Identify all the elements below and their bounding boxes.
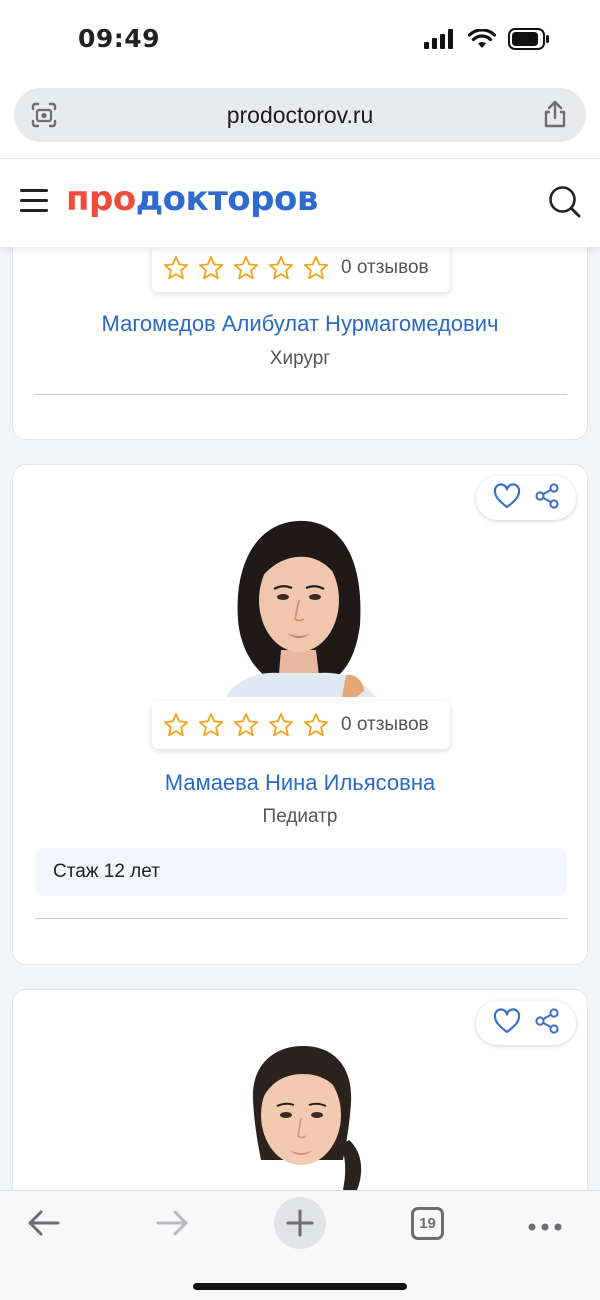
card-actions xyxy=(476,476,576,520)
doctor-card: 0 отзывов Магомедов Алибулат Нурмагомедо… xyxy=(12,247,588,440)
more-dots-icon[interactable] xyxy=(527,1219,563,1237)
doctor-specialty: Педиатр xyxy=(262,806,338,827)
status-icons xyxy=(424,28,550,50)
rating-box: 0 отзывов xyxy=(152,247,450,292)
doctor-photo[interactable] xyxy=(196,505,406,697)
star-icon xyxy=(303,256,329,280)
browser-toolbar: 19 xyxy=(0,1190,600,1300)
doctor-list: 0 отзывов Магомедов Алибулат Нурмагомедо… xyxy=(0,247,600,1190)
tabs-button[interactable]: 19 xyxy=(411,1207,444,1240)
star-icon xyxy=(163,256,189,280)
card-divider xyxy=(35,394,567,395)
status-bar: 09:49 xyxy=(0,0,600,80)
rating-box: 0 отзывов xyxy=(152,701,450,749)
doctor-card: 0 отзывов Мамаева Нина Ильясовна Педиатр… xyxy=(12,464,588,965)
status-time: 09:49 xyxy=(78,24,161,53)
share-page-icon[interactable] xyxy=(542,99,568,134)
star-icon xyxy=(233,713,259,737)
arrow-right-icon[interactable] xyxy=(154,1205,190,1246)
review-count[interactable]: 0 отзывов xyxy=(341,714,429,736)
review-count[interactable]: 0 отзывов xyxy=(341,257,429,279)
star-icon xyxy=(198,256,224,280)
star-icon xyxy=(198,713,224,737)
site-logo[interactable]: продокторов xyxy=(66,179,318,219)
site-header: продокторов xyxy=(0,158,600,247)
star-icon xyxy=(163,713,189,737)
doctor-name[interactable]: Мамаева Нина Ильясовна xyxy=(13,770,587,796)
share-icon[interactable] xyxy=(534,1007,560,1039)
doctor-specialty: Хирург xyxy=(269,348,331,369)
arrow-left-icon[interactable] xyxy=(26,1205,62,1246)
heart-icon[interactable] xyxy=(493,482,521,514)
browser-address-area: prodoctorov.ru xyxy=(0,80,600,158)
new-tab-button[interactable] xyxy=(274,1197,326,1249)
url-text: prodoctorov.ru xyxy=(226,102,374,128)
cellular-signal-icon xyxy=(424,29,453,49)
home-indicator xyxy=(193,1283,407,1290)
star-icon xyxy=(233,256,259,280)
star-icon xyxy=(303,713,329,737)
hamburger-menu-icon[interactable] xyxy=(20,189,48,213)
star-icon xyxy=(268,713,294,737)
doctor-photo[interactable] xyxy=(231,1040,371,1190)
card-divider xyxy=(35,918,567,919)
rating-stars xyxy=(163,712,329,738)
search-icon[interactable] xyxy=(548,185,582,224)
plus-icon xyxy=(286,1209,314,1237)
battery-icon xyxy=(508,28,549,50)
card-actions xyxy=(476,1001,576,1045)
rating-stars xyxy=(163,255,329,281)
star-icon xyxy=(268,256,294,280)
wifi-icon xyxy=(468,29,496,48)
address-bar[interactable]: prodoctorov.ru xyxy=(14,88,586,142)
share-icon[interactable] xyxy=(534,482,560,514)
doctor-card xyxy=(12,989,588,1190)
heart-icon[interactable] xyxy=(493,1007,521,1039)
experience-badge: Стаж 12 лет xyxy=(35,848,567,896)
doctor-name[interactable]: Магомедов Алибулат Нурмагомедович xyxy=(13,311,587,337)
